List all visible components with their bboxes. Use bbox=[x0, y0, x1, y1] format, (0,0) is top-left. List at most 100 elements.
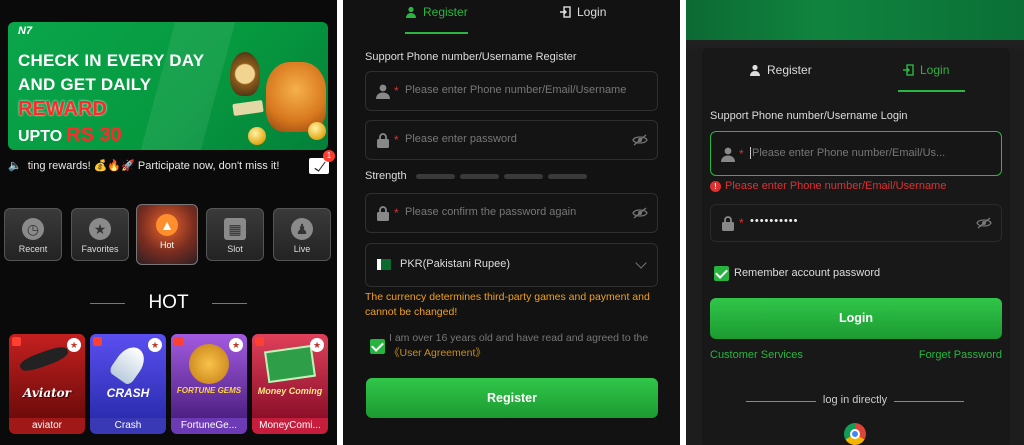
currency-warning: The currency determines third-party game… bbox=[365, 291, 650, 318]
forget-password-link[interactable]: Forget Password bbox=[919, 349, 1002, 361]
user-icon bbox=[750, 64, 760, 76]
game-art-title: CRASH bbox=[106, 386, 150, 400]
category-slot[interactable]: ▦ Slot bbox=[206, 208, 264, 261]
currency-select[interactable]: PKR(Pakistani Rupee) bbox=[365, 243, 658, 287]
currency-value: PKR(Pakistani Rupee) bbox=[400, 258, 511, 270]
clock-illustration bbox=[230, 52, 260, 96]
game-name: aviator bbox=[31, 420, 62, 431]
required-asterisk: * bbox=[739, 147, 744, 161]
home-panel: N7 CHECK IN EVERY DAY AND GET DAILY REWA… bbox=[0, 0, 337, 445]
required-asterisk: * bbox=[739, 216, 744, 230]
announcement-marquee[interactable]: 🔈 ting rewards! 💰🔥🚀 Participate now, don'… bbox=[8, 158, 334, 174]
tab-register[interactable]: Register bbox=[405, 5, 468, 34]
banner-upto-label: UPTO bbox=[18, 128, 63, 145]
tab-register[interactable]: Register bbox=[749, 63, 812, 77]
category-hot[interactable]: ▲ Hot bbox=[136, 204, 198, 265]
error-text: Please enter Phone number/Email/Username bbox=[725, 180, 947, 192]
user-icon bbox=[406, 6, 416, 18]
log-in-directly-label: log in directly bbox=[686, 394, 1024, 406]
register-button[interactable]: Register bbox=[366, 378, 658, 418]
category-recent[interactable]: ◷ Recent bbox=[4, 208, 62, 261]
game-art-title: Money Coming bbox=[257, 386, 323, 396]
game-card-crash[interactable]: CRASH ★ Crash bbox=[90, 334, 166, 434]
username-error: ! Please enter Phone number/Email/Userna… bbox=[710, 180, 946, 192]
hot-badge-icon bbox=[255, 337, 264, 346]
chrome-icon[interactable] bbox=[844, 423, 866, 445]
error-icon: ! bbox=[710, 180, 721, 192]
login-button[interactable]: Login bbox=[710, 298, 1002, 339]
username-placeholder: Please enter Phone number/Email/Username bbox=[405, 84, 627, 96]
password-field[interactable]: * •••••••••• bbox=[710, 204, 1002, 242]
lion-statue-illustration bbox=[189, 344, 229, 384]
strength-bar-segment bbox=[460, 174, 499, 179]
username-field[interactable]: * Please enter Phone number/Email/Userna… bbox=[365, 71, 658, 111]
agree-checkbox[interactable] bbox=[370, 339, 385, 354]
active-tab-underline bbox=[898, 90, 966, 92]
banner-line-2: AND GET DAILY bbox=[18, 75, 152, 94]
category-label: Favorites bbox=[81, 244, 119, 254]
category-favorites[interactable]: ★ Favorites bbox=[71, 208, 129, 261]
tab-label: Login bbox=[577, 5, 607, 19]
coin-icon bbox=[248, 127, 266, 145]
category-label: Slot bbox=[227, 244, 243, 254]
header-banner-strip bbox=[686, 0, 1024, 40]
strength-bar-segment bbox=[548, 174, 587, 179]
username-field[interactable]: * Please enter Phone number/Email/Us... bbox=[710, 131, 1002, 176]
login-icon bbox=[560, 6, 571, 18]
required-asterisk: * bbox=[394, 206, 399, 220]
password-placeholder: Please enter password bbox=[405, 133, 517, 145]
game-name: MoneyComi... bbox=[259, 420, 321, 431]
hot-badge-icon bbox=[12, 337, 21, 346]
game-name: FortuneGe... bbox=[180, 420, 238, 431]
tab-login[interactable]: Login bbox=[898, 63, 966, 92]
user-icon bbox=[376, 84, 390, 99]
register-section-label: Support Phone number/Username Register bbox=[365, 51, 577, 63]
pakistan-flag-icon bbox=[377, 259, 391, 270]
cash-illustration bbox=[264, 344, 316, 384]
tab-label: Register bbox=[423, 5, 468, 19]
required-asterisk: * bbox=[394, 133, 399, 147]
game-card-aviator[interactable]: Aviator ★ aviator bbox=[9, 334, 85, 434]
live-dealer-icon: ♟ bbox=[291, 218, 313, 240]
strength-bar-segment bbox=[416, 174, 455, 179]
password-field[interactable]: * Please enter password bbox=[365, 120, 658, 160]
favorite-star-icon[interactable]: ★ bbox=[229, 338, 243, 352]
banner-line-1: CHECK IN EVERY DAY bbox=[18, 51, 205, 70]
marquee-text: ting rewards! 💰🔥🚀 Participate now, don't… bbox=[27, 160, 280, 172]
agree-text: I am over 16 years old and have read and… bbox=[389, 332, 649, 344]
mail-icon[interactable]: 1 bbox=[309, 150, 335, 174]
clock-icon: ◷ bbox=[22, 218, 44, 240]
user-icon bbox=[721, 147, 735, 162]
game-card-fortune-gems[interactable]: FORTUNE GEMS ★ FortuneGe... bbox=[171, 334, 247, 434]
user-agreement-link[interactable]: 《User Agreement》 bbox=[389, 347, 486, 359]
customer-services-link[interactable]: Customer Services bbox=[710, 349, 803, 361]
game-art-title: FORTUNE GEMS bbox=[176, 386, 242, 395]
eye-hidden-icon[interactable] bbox=[632, 134, 648, 146]
login-section-label: Support Phone number/Username Login bbox=[710, 110, 908, 122]
plane-illustration bbox=[18, 343, 70, 375]
remember-label: Remember account password bbox=[734, 267, 881, 279]
category-live[interactable]: ♟ Live bbox=[273, 208, 331, 261]
lock-icon bbox=[377, 206, 389, 221]
strength-label: Strength bbox=[365, 170, 407, 182]
login-icon bbox=[903, 64, 914, 76]
eye-hidden-icon[interactable] bbox=[976, 217, 992, 229]
star-icon: ★ bbox=[89, 218, 111, 240]
tab-login[interactable]: Login bbox=[559, 5, 606, 19]
section-title: HOT bbox=[0, 292, 337, 314]
tab-label: Login bbox=[920, 63, 950, 77]
check-in-banner[interactable]: N7 CHECK IN EVERY DAY AND GET DAILY REWA… bbox=[8, 22, 328, 150]
password-value: •••••••••• bbox=[750, 215, 799, 227]
game-card-money-coming[interactable]: Money Coming ★ MoneyComi... bbox=[252, 334, 328, 434]
cash-illustration bbox=[232, 99, 264, 117]
confirm-password-field[interactable]: * Please confirm the password again bbox=[365, 193, 658, 233]
favorite-star-icon[interactable]: ★ bbox=[67, 338, 81, 352]
lock-icon bbox=[722, 216, 734, 231]
username-placeholder: Please enter Phone number/Email/Us... bbox=[750, 147, 946, 159]
flame-icon: ▲ bbox=[156, 214, 178, 236]
remember-checkbox[interactable] bbox=[714, 266, 729, 281]
banner-upto: UPTO RS 30 bbox=[18, 124, 122, 147]
favorite-star-icon[interactable]: ★ bbox=[148, 338, 162, 352]
favorite-star-icon[interactable]: ★ bbox=[310, 338, 324, 352]
eye-hidden-icon[interactable] bbox=[632, 207, 648, 219]
